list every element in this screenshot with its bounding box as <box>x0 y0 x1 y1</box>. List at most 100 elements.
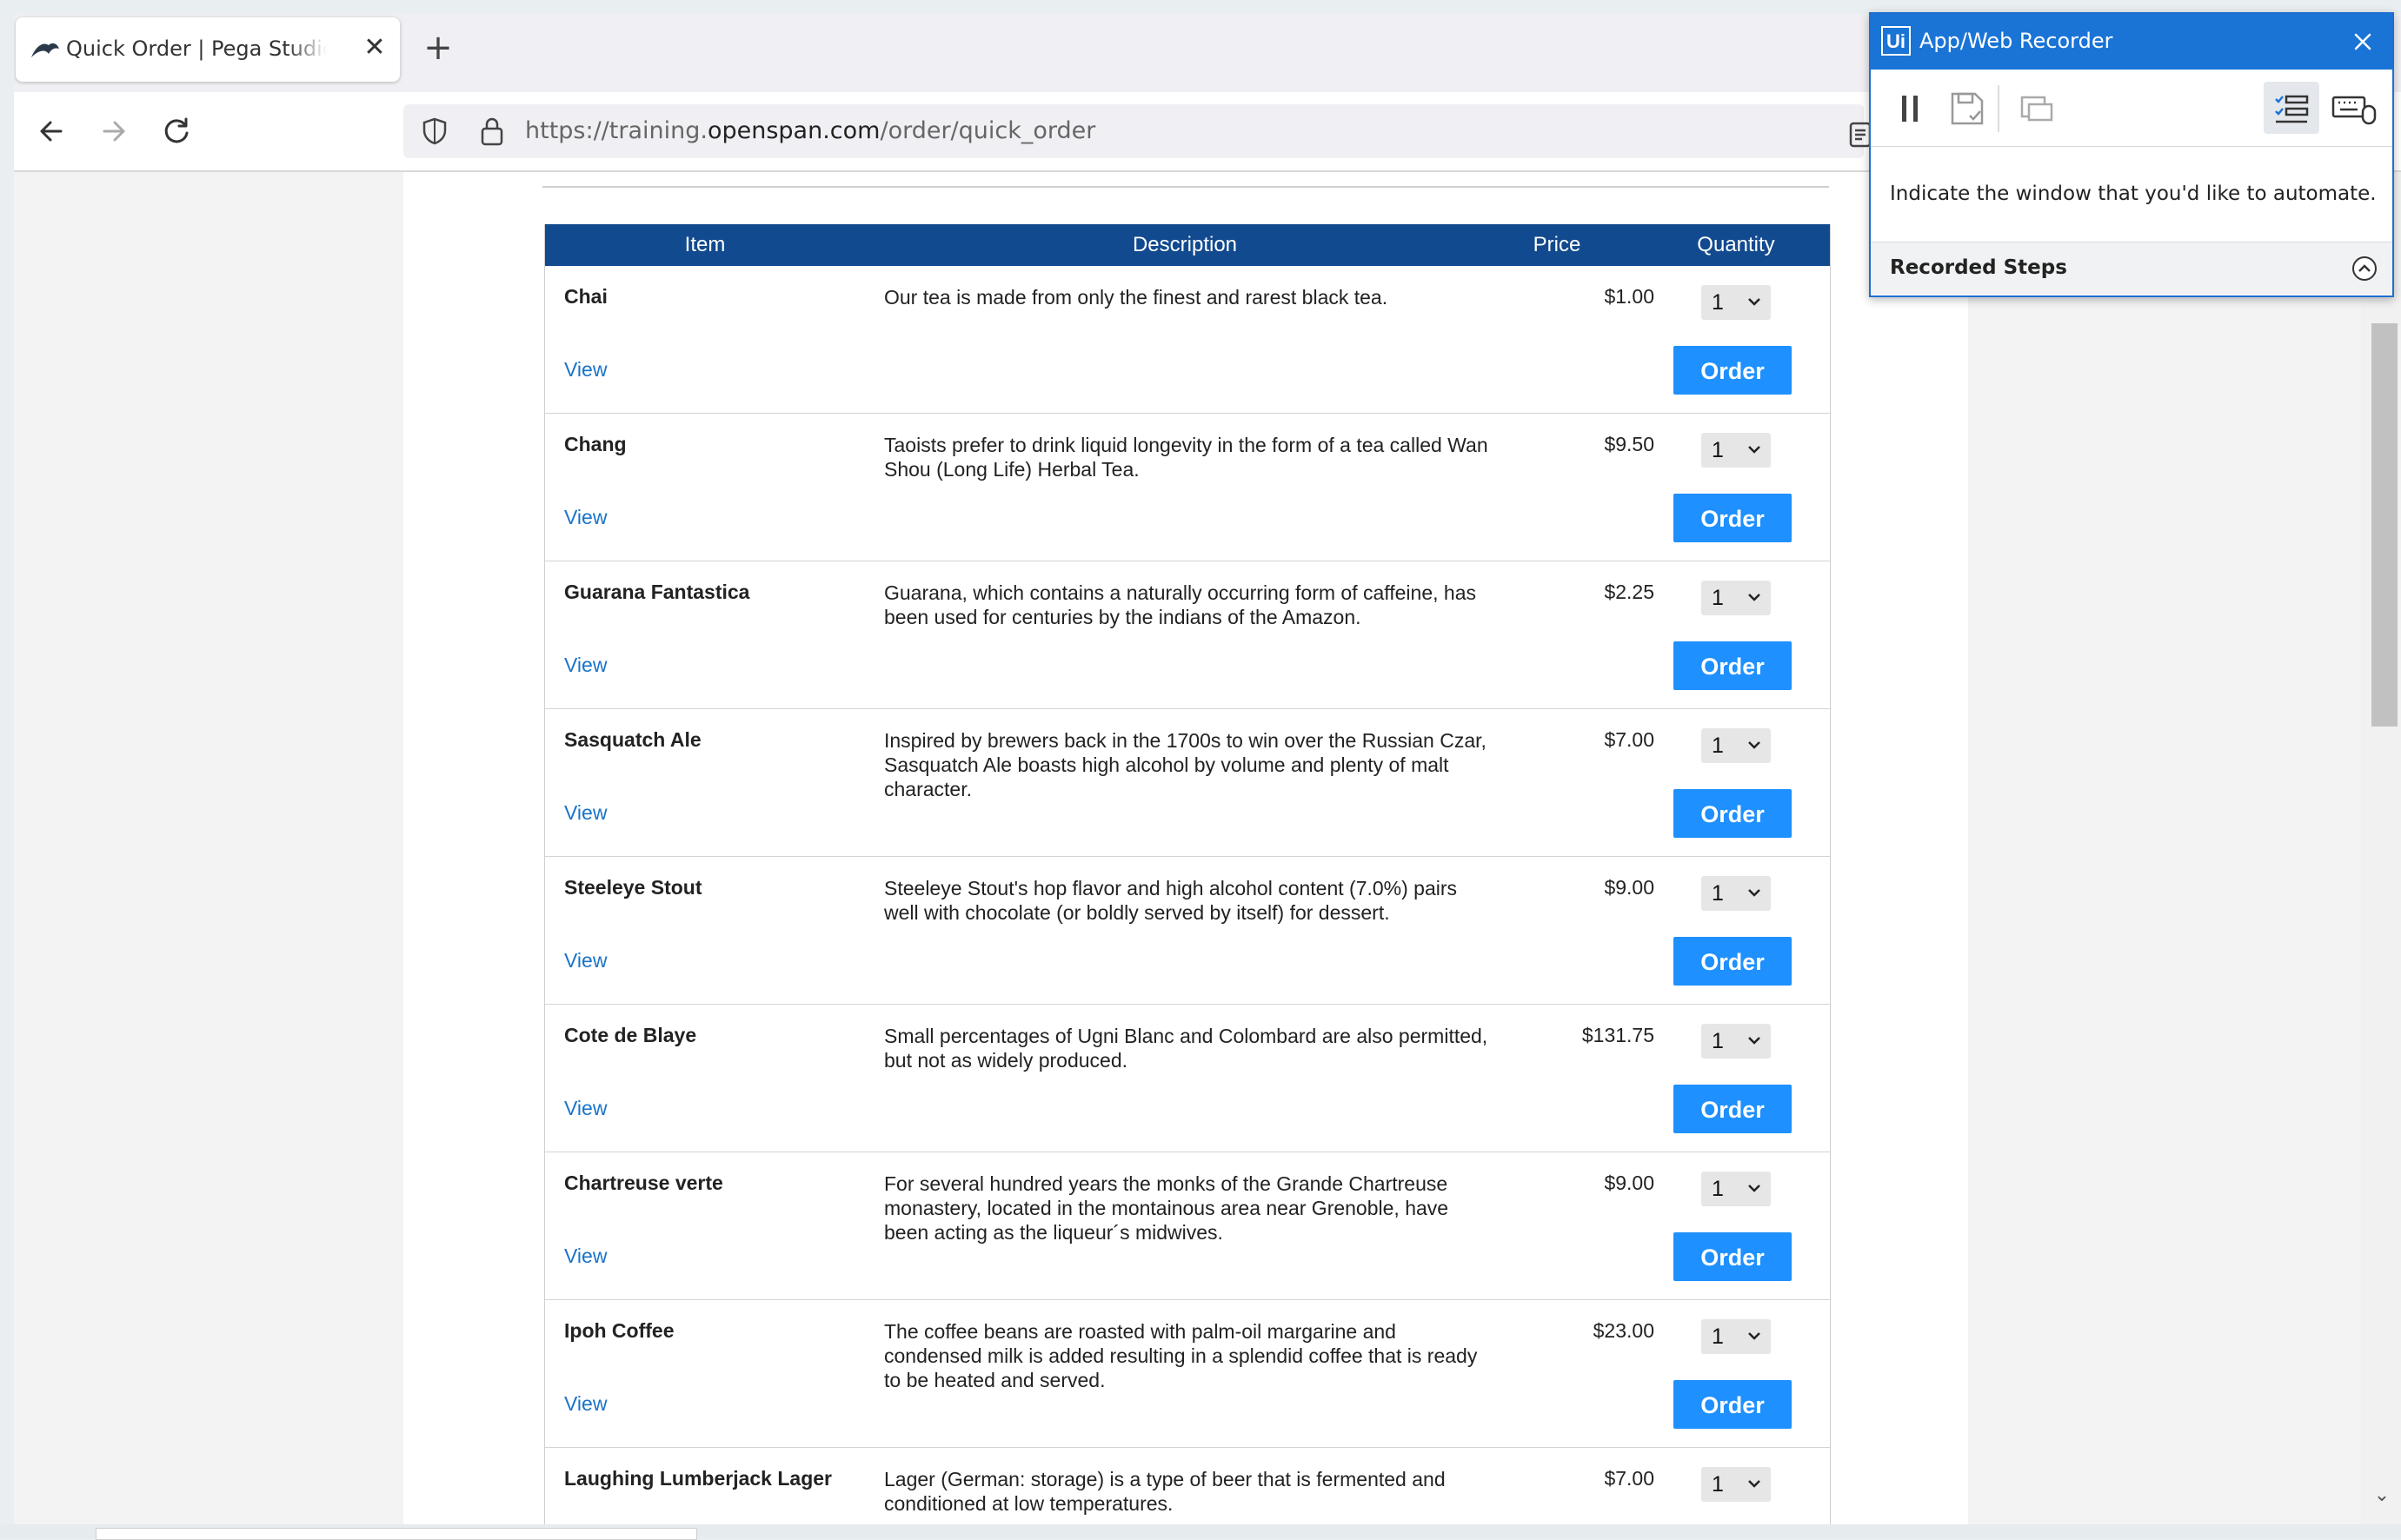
quantity-value: 1 <box>1712 1177 1724 1201</box>
item-description: Guarana, which contains a naturally occu… <box>884 581 1476 628</box>
quantity-value: 1 <box>1712 733 1724 758</box>
recorded-steps-label: Recorded Steps <box>1890 256 2067 279</box>
close-icon[interactable] <box>2347 26 2378 57</box>
item-price: $7.00 <box>1604 728 1654 751</box>
item-description: Steeleye Stout's hop flavor and high alc… <box>884 877 1458 924</box>
recorder-instruction: Indicate the window that you'd like to a… <box>1890 183 2377 205</box>
quantity-select[interactable]: 1 <box>1701 581 1771 615</box>
save-icon[interactable] <box>1945 87 1989 130</box>
url-text[interactable]: https://training.openspan.com/order/quic… <box>525 117 1095 144</box>
order-button[interactable]: Order <box>1673 789 1792 838</box>
quantity-value: 1 <box>1712 586 1724 610</box>
back-arrow-icon[interactable] <box>31 111 71 151</box>
keyboard-mouse-icon[interactable] <box>2328 87 2380 130</box>
item-description: Lager (German: storage) is a type of bee… <box>884 1468 1446 1515</box>
item-name: Chartreuse verte <box>564 1172 723 1194</box>
table-row: Chang Taoists prefer to drink liquid long… <box>545 414 1830 561</box>
quantity-select[interactable]: 1 <box>1701 876 1771 911</box>
new-tab-icon[interactable]: + <box>421 30 456 66</box>
item-name: Laughing Lumberjack Lager <box>564 1467 832 1490</box>
url-path: /order/quick_order <box>880 117 1096 144</box>
header-item: Item <box>684 233 726 256</box>
table-header: Item Description Price Quantity <box>545 224 1830 266</box>
chevron-down-icon <box>1748 594 1760 601</box>
view-link[interactable]: View <box>564 358 607 382</box>
header-price: Price <box>1533 233 1581 256</box>
view-link[interactable]: View <box>564 654 607 677</box>
table-row: Chai Our tea is made from only the finest… <box>545 266 1830 414</box>
divider <box>542 186 1829 188</box>
item-price: $1.00 <box>1604 285 1654 308</box>
quantity-select[interactable]: 1 <box>1701 728 1771 763</box>
chevron-down-icon <box>1748 1185 1760 1192</box>
vertical-scrollbar[interactable]: ⌄ <box>2361 172 2401 1526</box>
order-button[interactable]: Order <box>1673 641 1792 690</box>
item-price: $2.25 <box>1604 581 1654 603</box>
collapse-chevron-icon[interactable] <box>2351 255 2378 282</box>
address-bar[interactable]: https://training.openspan.com/order/quic… <box>403 104 1864 158</box>
order-button[interactable]: Order <box>1673 1085 1792 1133</box>
quantity-value: 1 <box>1712 290 1724 315</box>
page-viewport: Item Description Price Quantity Chai Our … <box>14 172 2401 1526</box>
reload-icon[interactable] <box>156 111 196 151</box>
view-link[interactable]: View <box>564 1392 607 1416</box>
quantity-select[interactable]: 1 <box>1701 1319 1771 1354</box>
table-row: Steeleye Stout Steeleye Stout's hop flavo… <box>545 857 1830 1005</box>
quantity-value: 1 <box>1712 881 1724 906</box>
table-row: Chartreuse verte For several hundred year… <box>545 1152 1830 1300</box>
lock-icon[interactable] <box>478 115 506 148</box>
quantity-select[interactable]: 1 <box>1701 1467 1771 1502</box>
chevron-down-icon <box>1748 741 1760 749</box>
order-button[interactable]: Order <box>1673 346 1792 395</box>
item-price: $131.75 <box>1581 1024 1654 1046</box>
order-button[interactable]: Order <box>1673 494 1792 542</box>
recorded-steps-header[interactable]: Recorded Steps <box>1871 242 2392 295</box>
pause-icon[interactable] <box>1890 87 1933 130</box>
table-row: Cote de Blaye Small percentages of Ugni B… <box>545 1005 1830 1152</box>
item-description: For several hundred years the monks of t… <box>884 1172 1449 1244</box>
chevron-down-icon <box>1748 889 1760 897</box>
order-button[interactable]: Order <box>1673 1380 1792 1429</box>
scroll-down-icon[interactable]: ⌄ <box>2371 1484 2392 1505</box>
products-table: Item Description Price Quantity Chai Our … <box>544 224 1831 1526</box>
quantity-select[interactable]: 1 <box>1701 1172 1771 1206</box>
quantity-value: 1 <box>1712 1029 1724 1053</box>
pega-favicon-icon <box>31 43 59 57</box>
quantity-select[interactable]: 1 <box>1701 433 1771 468</box>
item-name: Guarana Fantastica <box>564 581 750 603</box>
tab-title: Quick Order | Pega Studio Training <box>66 37 327 61</box>
view-link[interactable]: View <box>564 506 607 529</box>
recorder-toolbar <box>1871 70 2392 147</box>
view-link[interactable]: View <box>564 1097 607 1120</box>
window-select-icon[interactable] <box>2015 87 2058 130</box>
toolbar-separator <box>1998 85 1999 132</box>
recorder-titlebar: Ui App/Web Recorder <box>1871 14 2392 70</box>
chevron-down-icon <box>1748 446 1760 454</box>
tab-close-icon[interactable]: ✕ <box>360 33 389 63</box>
view-link[interactable]: View <box>564 949 607 972</box>
quantity-value: 1 <box>1712 438 1724 462</box>
chevron-down-icon <box>1748 1480 1760 1488</box>
chevron-down-icon <box>1748 1332 1760 1340</box>
item-name: Sasquatch Ale <box>564 728 702 751</box>
view-link[interactable]: View <box>564 801 607 825</box>
quantity-select[interactable]: 1 <box>1701 1024 1771 1059</box>
view-link[interactable]: View <box>564 1245 607 1268</box>
item-name: Steeleye Stout <box>564 876 702 899</box>
page-content: Item Description Price Quantity Chai Our … <box>403 172 1968 1526</box>
item-price: $9.00 <box>1604 876 1654 899</box>
recorder-title: App/Web Recorder <box>1919 29 2113 53</box>
shield-icon[interactable] <box>421 116 449 146</box>
header-quantity: Quantity <box>1697 233 1775 256</box>
item-name: Ipoh Coffee <box>564 1319 675 1342</box>
item-name: Cote de Blaye <box>564 1024 697 1046</box>
order-button[interactable]: Order <box>1673 937 1792 986</box>
steps-list-icon[interactable] <box>2264 82 2319 134</box>
item-name: Chai <box>564 285 608 308</box>
order-button[interactable]: Order <box>1673 1232 1792 1281</box>
forward-arrow-icon[interactable] <box>94 111 134 151</box>
quantity-value: 1 <box>1712 1324 1724 1349</box>
quantity-select[interactable]: 1 <box>1701 285 1771 320</box>
scroll-thumb[interactable] <box>2371 323 2398 727</box>
tab-quick-order[interactable]: Quick Order | Pega Studio Training ✕ <box>16 17 400 82</box>
